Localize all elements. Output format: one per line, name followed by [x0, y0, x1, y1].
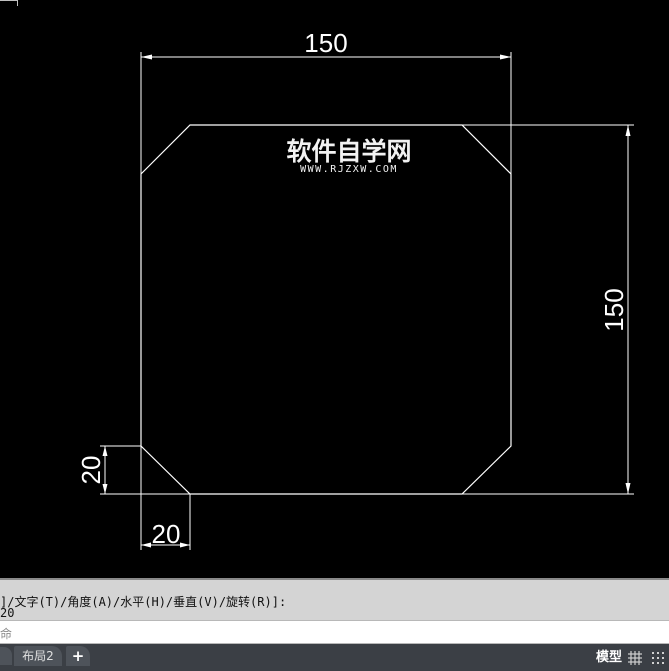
dimension-chamfer-vertical[interactable]: 20: [76, 445, 190, 495]
dimension-right-text: 150: [599, 288, 629, 331]
model-space-button[interactable]: 模型: [596, 648, 622, 668]
command-input[interactable]: 命: [0, 620, 669, 644]
drawing-canvas[interactable]: 150 150 20 20 软件自学网 WWW.RJZXW.COM: [0, 0, 669, 578]
watermark-url: WWW.RJZXW.COM: [300, 164, 398, 175]
dimension-right-height[interactable]: 150: [462, 124, 634, 495]
dimension-chamfer-vertical-text: 20: [76, 456, 106, 485]
command-history-line-2: 20: [0, 606, 15, 620]
dimension-top-text: 150: [304, 28, 347, 58]
watermark: 软件自学网 WWW.RJZXW.COM: [286, 137, 411, 175]
add-layout-button[interactable]: +: [66, 646, 90, 666]
status-bar: 布局2 + 模型: [0, 644, 669, 671]
dimension-chamfer-horizontal[interactable]: 20: [140, 446, 191, 550]
grid-icon[interactable]: [627, 650, 643, 666]
dimension-chamfer-horizontal-text: 20: [152, 519, 181, 549]
command-input-placeholder: 命: [0, 627, 13, 641]
tab-layout-previous[interactable]: [0, 647, 12, 665]
command-history-line-1: ]/文字(T)/角度(A)/水平(H)/垂直(V)/旋转(R)]:: [0, 595, 287, 609]
watermark-title: 软件自学网: [286, 137, 411, 166]
chamfered-square[interactable]: [140, 124, 512, 495]
command-history: ]/文字(T)/角度(A)/水平(H)/垂直(V)/旋转(R)]: 20: [0, 578, 669, 620]
snap-mode-icon[interactable]: [650, 650, 666, 666]
drawing-svg: 150 150 20 20 软件自学网 WWW.RJZXW.COM: [76, 28, 634, 550]
tab-layout2[interactable]: 布局2: [14, 646, 62, 666]
